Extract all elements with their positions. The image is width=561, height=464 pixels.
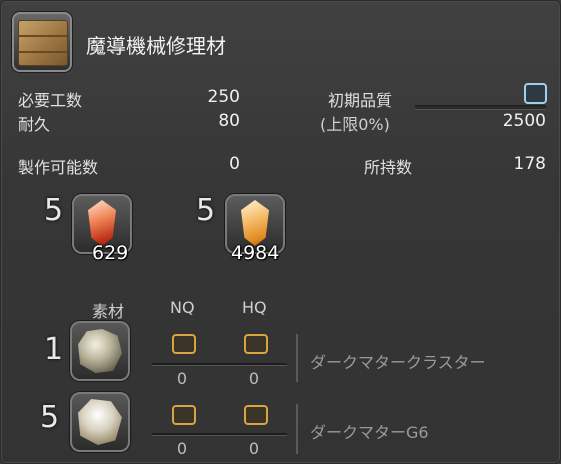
initial-quality-bar [415,105,546,110]
column-separator [296,334,298,382]
nq-owned-count: 0 [176,439,188,458]
dark-matter-cluster-icon [78,329,122,373]
item-name: 魔導機械修理材 [86,34,226,58]
material-column-header: 素材 [92,302,125,321]
material-name: ダークマタークラスター [310,353,486,372]
nq-owned-count: 0 [176,369,188,388]
durability-label: 耐久 [18,115,51,134]
hq-checkbox[interactable] [244,334,268,354]
initial-quality-label: 初期品質 [328,91,393,110]
row-divider [152,363,287,366]
wooden-crate-icon [18,20,68,66]
column-separator [296,404,298,454]
hq-checkbox[interactable] [244,405,268,425]
owned-value: 178 [513,154,546,174]
hq-owned-count: 0 [248,439,260,458]
quality-max-value: 2500 [502,111,546,131]
crystal-owned-count: 4984 [231,242,280,264]
nq-checkbox[interactable] [172,334,196,354]
dark-matter-g6-icon [78,399,122,445]
required-craftsmanship-label: 必要工数 [18,91,83,110]
item-icon[interactable] [12,12,72,72]
craftable-value: 0 [229,154,240,174]
crystal-required-count: 5 [196,193,217,228]
material-required-count: 5 [40,400,61,435]
nq-checkbox[interactable] [172,405,196,425]
lightning-crystal-icon [241,200,269,246]
initial-quality-input[interactable] [524,83,547,104]
material-name: ダークマターG6 [310,423,429,442]
row-divider [152,433,287,436]
durability-value: 80 [218,111,240,131]
material-slot-dark-matter-cluster[interactable] [70,321,130,381]
crystal-owned-count: 629 [92,242,129,264]
material-slot-dark-matter-g6[interactable] [70,392,130,452]
hq-owned-count: 0 [248,369,260,388]
nq-column-header: NQ [170,298,195,317]
material-required-count: 1 [44,332,65,367]
fire-crystal-icon [88,200,116,246]
quality-cap-label: (上限0%) [320,115,390,134]
required-craftsmanship-value: 250 [207,87,240,107]
hq-column-header: HQ [242,298,267,317]
owned-label: 所持数 [364,158,413,177]
crystal-required-count: 5 [44,193,65,228]
craftable-label: 製作可能数 [18,158,99,177]
